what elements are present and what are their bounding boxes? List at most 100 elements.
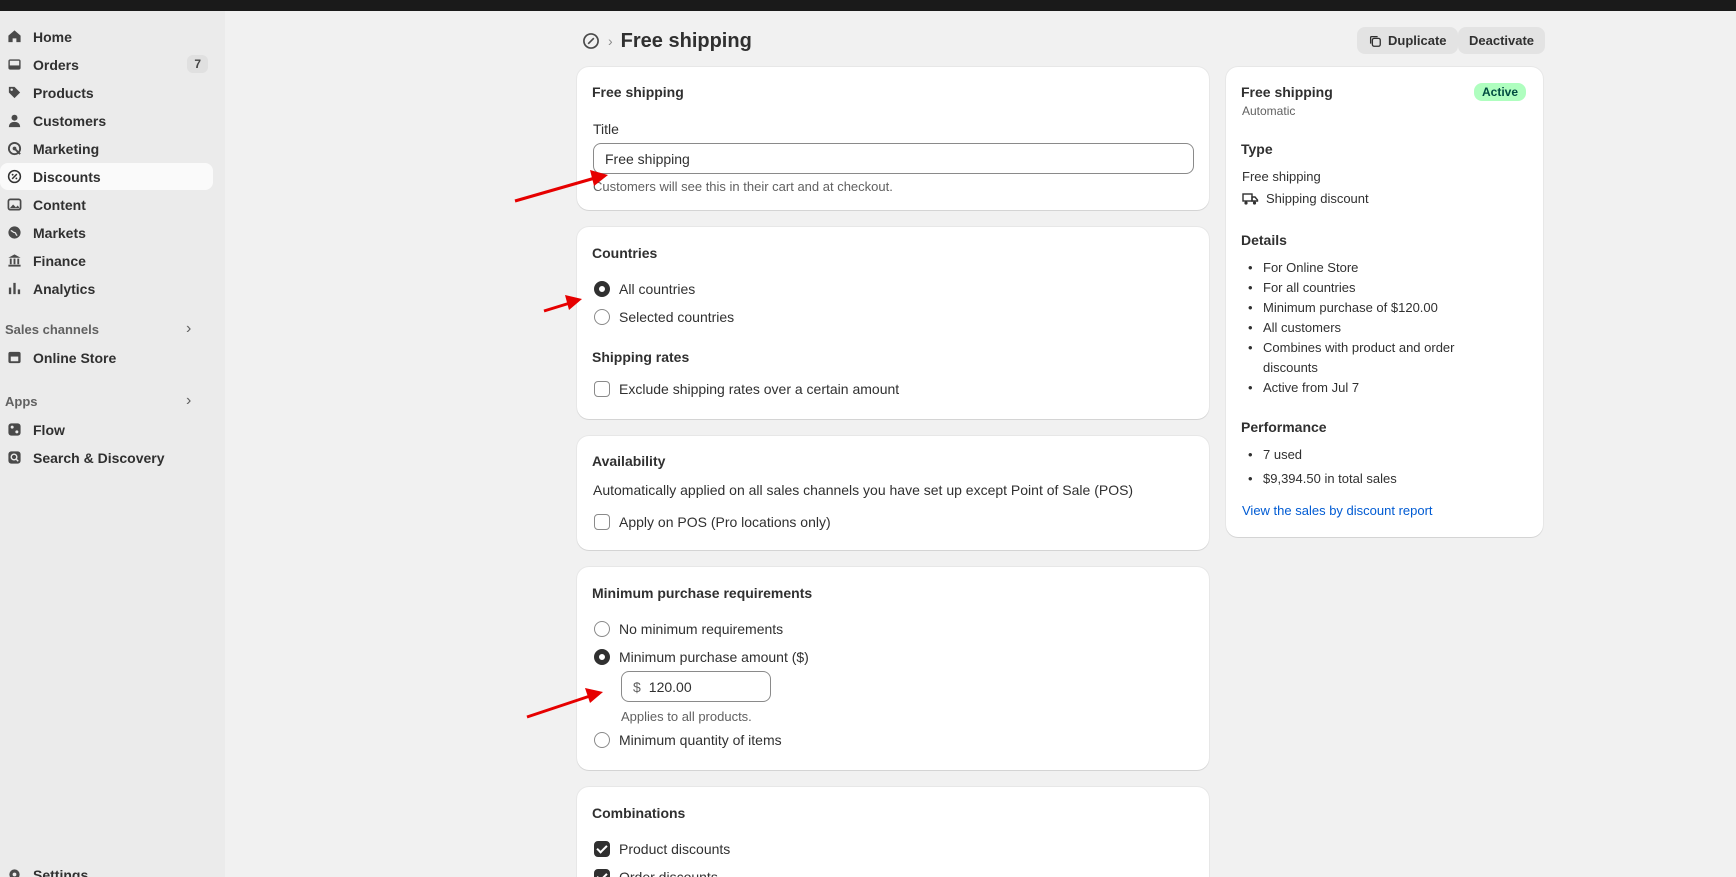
sidebar-item-label: Marketing <box>33 140 100 157</box>
currency-prefix: $ <box>633 678 641 695</box>
countries-heading: Countries <box>592 245 658 261</box>
order-discounts-checkbox[interactable] <box>594 869 610 877</box>
store-icon <box>6 350 22 366</box>
sidebar-item-discounts[interactable]: Discounts <box>0 163 213 190</box>
sidebar-item-label: Discounts <box>33 168 101 185</box>
duplicate-icon <box>1369 35 1381 47</box>
sidebar-item-products[interactable]: Products <box>0 79 213 106</box>
countries-card: Countries All countries Selected countri… <box>577 227 1209 419</box>
sidebar-item-label: Analytics <box>33 280 96 297</box>
chevron-right-icon[interactable]: › <box>186 320 191 338</box>
discount-icon[interactable] <box>582 32 600 50</box>
bank-icon <box>6 253 22 269</box>
person-icon <box>6 113 22 129</box>
search-icon <box>6 450 22 466</box>
sidebar-item-flow[interactable]: Flow <box>0 416 213 443</box>
sidebar-item-label: Markets <box>33 224 86 241</box>
shipping-rates-heading: Shipping rates <box>592 349 690 365</box>
title-input[interactable]: Free shipping <box>593 143 1194 174</box>
chevron-right-icon[interactable]: › <box>186 392 191 410</box>
title-card-heading: Free shipping <box>592 84 684 100</box>
minimum-amount-label[interactable]: Minimum purchase amount ($) <box>619 649 809 665</box>
globe-icon <box>6 225 22 241</box>
selected-countries-radio[interactable] <box>594 309 610 325</box>
product-discounts-label[interactable]: Product discounts <box>619 841 730 857</box>
sidebar-item-online-store[interactable]: Online Store <box>0 344 213 371</box>
breadcrumb-separator-icon: › <box>608 33 613 49</box>
sidebar-item-label: Finance <box>33 252 86 269</box>
all-countries-radio[interactable] <box>594 281 610 297</box>
exclude-rates-checkbox[interactable] <box>594 381 610 397</box>
sidebar: Home Orders 7 Products Customers Marketi… <box>0 11 225 877</box>
availability-card: Availability Automatically applied on al… <box>577 436 1209 550</box>
performance-item: 7 used <box>1248 447 1302 462</box>
combinations-card: Combinations Product discounts Order dis… <box>577 787 1209 877</box>
top-bar <box>0 0 1736 11</box>
no-minimum-label[interactable]: No minimum requirements <box>619 621 783 637</box>
product-discounts-checkbox[interactable] <box>594 841 610 857</box>
title-input-value: Free shipping <box>605 150 690 167</box>
sidebar-item-settings[interactable]: Settings <box>0 861 213 877</box>
sidebar-item-content[interactable]: Content <box>0 191 213 218</box>
page-title: Free shipping <box>620 29 752 52</box>
sidebar-item-marketing[interactable]: Marketing <box>0 135 213 162</box>
minimum-purchase-heading: Minimum purchase requirements <box>592 585 813 601</box>
order-discounts-label[interactable]: Order discounts <box>619 869 718 877</box>
inbox-icon <box>6 57 22 73</box>
detail-item: Combines with product and order <box>1248 340 1454 355</box>
minimum-amount-input[interactable]: $ 120.00 <box>621 671 771 702</box>
deactivate-button[interactable]: Deactivate <box>1458 27 1546 54</box>
title-help-text: Customers will see this in their cart an… <box>593 179 893 194</box>
minimum-quantity-radio[interactable] <box>594 732 610 748</box>
sidebar-item-search-discovery[interactable]: Search & Discovery <box>0 444 213 471</box>
sidebar-item-orders[interactable]: Orders 7 <box>0 51 213 78</box>
duplicate-button[interactable]: Duplicate <box>1357 27 1458 54</box>
target-icon <box>6 141 22 157</box>
summary-title: Free shipping <box>1241 84 1333 100</box>
detail-item: For Online Store <box>1248 260 1358 275</box>
availability-heading: Availability <box>592 453 666 469</box>
status-badge: Active <box>1474 83 1527 101</box>
minimum-amount-value: 120.00 <box>648 678 692 695</box>
sidebar-item-markets[interactable]: Markets <box>0 219 213 246</box>
sidebar-item-label: Search & Discovery <box>33 449 165 466</box>
minimum-amount-radio[interactable] <box>594 649 610 665</box>
title-field-label: Title <box>593 121 619 137</box>
sidebar-item-customers[interactable]: Customers <box>0 107 213 134</box>
truck-icon <box>1242 192 1259 209</box>
sales-report-link[interactable]: View the sales by discount report <box>1242 503 1433 518</box>
gear-icon <box>6 867 22 877</box>
detail-item: All customers <box>1248 320 1341 335</box>
no-minimum-radio[interactable] <box>594 621 610 637</box>
all-countries-label[interactable]: All countries <box>619 281 695 297</box>
detail-item: Minimum purchase of $120.00 <box>1248 300 1438 315</box>
image-icon <box>6 197 22 213</box>
minimum-quantity-label[interactable]: Minimum quantity of items <box>619 732 782 748</box>
apply-pos-label[interactable]: Apply on POS (Pro locations only) <box>619 514 831 530</box>
home-icon <box>6 29 22 45</box>
sidebar-item-label: Products <box>33 84 94 101</box>
exclude-rates-label[interactable]: Exclude shipping rates over a certain am… <box>619 381 899 397</box>
type-sub: Shipping discount <box>1266 191 1369 206</box>
sidebar-item-label: Home <box>33 28 72 45</box>
sidebar-item-analytics[interactable]: Analytics <box>0 275 213 302</box>
sidebar-item-home[interactable]: Home <box>0 23 213 50</box>
discount-icon <box>6 169 22 185</box>
apply-pos-checkbox[interactable] <box>594 514 610 530</box>
sidebar-item-label: Flow <box>33 421 65 438</box>
summary-subtitle: Automatic <box>1242 104 1296 118</box>
combinations-heading: Combinations <box>592 805 686 821</box>
summary-card: Free shipping Automatic Active Type Free… <box>1226 67 1543 537</box>
duplicate-label: Duplicate <box>1388 33 1447 48</box>
selected-countries-label[interactable]: Selected countries <box>619 309 734 325</box>
performance-item: $9,394.50 in total sales <box>1248 471 1397 486</box>
sidebar-item-label: Settings <box>33 866 89 877</box>
tag-icon <box>6 85 22 101</box>
sidebar-item-finance[interactable]: Finance <box>0 247 213 274</box>
sidebar-item-label: Content <box>33 196 86 213</box>
availability-description: Automatically applied on all sales chann… <box>593 482 1134 498</box>
page-header: › Free shipping <box>582 28 752 54</box>
details-heading: Details <box>1241 232 1287 248</box>
sidebar-item-label: Orders <box>33 56 79 73</box>
minimum-purchase-card: Minimum purchase requirements No minimum… <box>577 567 1209 770</box>
